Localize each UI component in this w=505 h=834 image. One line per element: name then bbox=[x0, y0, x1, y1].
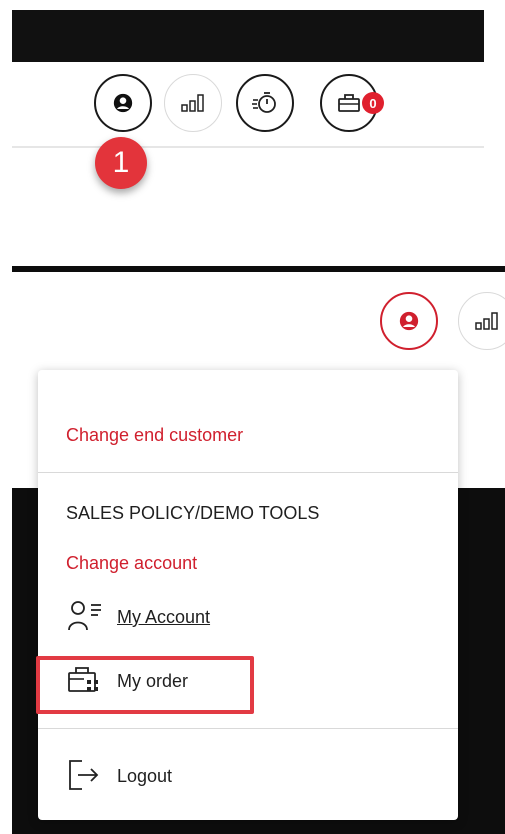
compare-button[interactable] bbox=[164, 74, 222, 132]
logout-item[interactable]: Logout bbox=[68, 755, 258, 795]
bar-chart-icon bbox=[181, 94, 204, 112]
change-end-customer-link[interactable]: Change end customer bbox=[66, 425, 243, 446]
logout-icon bbox=[69, 760, 99, 790]
user-menu-button-active[interactable] bbox=[380, 292, 438, 350]
menu-section-heading: SALES POLICY/DEMO TOOLS bbox=[66, 503, 320, 523]
my-account-label[interactable]: My Account bbox=[117, 607, 210, 628]
user-icon bbox=[113, 93, 133, 113]
panel-separator bbox=[12, 266, 505, 272]
header-divider bbox=[12, 146, 484, 148]
my-order-highlight bbox=[36, 656, 254, 714]
user-icon bbox=[399, 311, 419, 331]
basket-icon bbox=[338, 94, 360, 112]
header-bar bbox=[12, 10, 484, 62]
bar-chart-icon bbox=[475, 312, 498, 330]
user-dropdown-menu: Change end customer SALES POLICY/DEMO TO… bbox=[38, 370, 458, 820]
menu-divider bbox=[38, 472, 458, 473]
user-menu-button[interactable] bbox=[94, 74, 152, 132]
step-marker: 1 bbox=[95, 137, 147, 189]
change-account-link[interactable]: Change account bbox=[66, 553, 197, 574]
logout-label[interactable]: Logout bbox=[117, 766, 172, 787]
person-list-icon bbox=[68, 601, 101, 631]
compare-button[interactable] bbox=[458, 292, 505, 350]
cart-count-badge: 0 bbox=[362, 92, 384, 114]
menu-divider bbox=[38, 728, 458, 729]
stopwatch-icon bbox=[252, 92, 276, 113]
quick-order-button[interactable] bbox=[236, 74, 294, 132]
my-account-item[interactable]: My Account bbox=[68, 598, 258, 634]
